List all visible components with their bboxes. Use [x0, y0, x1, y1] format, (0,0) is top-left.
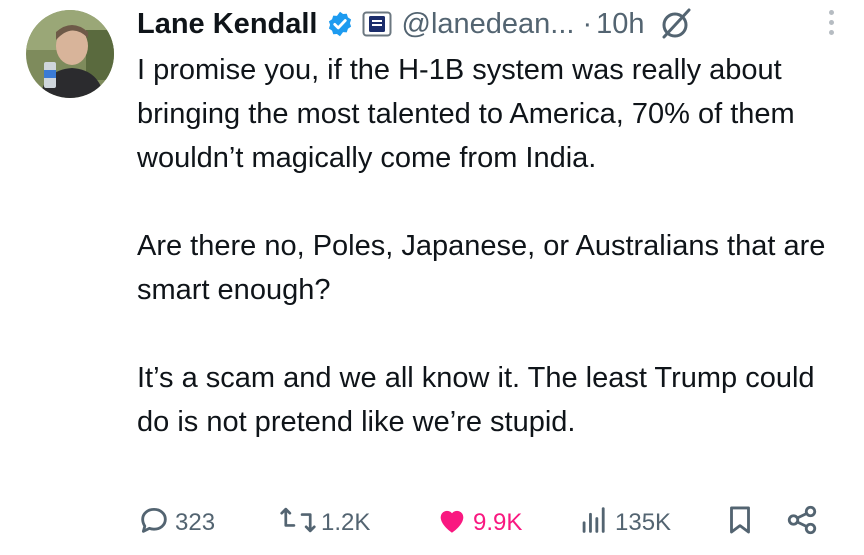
views-icon — [577, 503, 611, 544]
tweet-header: Lane Kendall @lanedean... · 10h — [137, 4, 830, 44]
action-bar: 323 1.2K 9.9K 135K — [137, 503, 827, 543]
views-button[interactable]: 135K — [577, 503, 671, 543]
heart-icon — [435, 503, 469, 544]
reply-button[interactable]: 323 — [137, 503, 215, 543]
author-name[interactable]: Lane Kendall — [137, 8, 318, 41]
tweet-paragraph: Are there no, Poles, Japanese, or Austra… — [137, 230, 826, 306]
like-count: 9.9K — [473, 509, 523, 536]
author-handle[interactable]: @lanedean... — [402, 8, 575, 41]
reply-icon — [137, 503, 171, 544]
share-button[interactable] — [785, 503, 819, 543]
views-count: 135K — [615, 509, 672, 536]
grok-icon[interactable] — [659, 7, 693, 41]
separator-dot: · — [582, 7, 593, 40]
bookmark-icon — [723, 503, 757, 544]
repost-icon — [279, 503, 317, 544]
reply-count: 323 — [175, 509, 216, 536]
tweet-text: I promise you, if the H-1B system was re… — [137, 48, 847, 444]
repost-count: 1.2K — [321, 509, 371, 536]
tweet-paragraph: It’s a scam and we all know it. The leas… — [137, 362, 815, 438]
avatar[interactable] — [26, 10, 114, 98]
share-icon — [785, 503, 819, 544]
like-button[interactable]: 9.9K — [435, 503, 522, 543]
tweet-paragraph: I promise you, if the H-1B system was re… — [137, 54, 795, 174]
timestamp[interactable]: 10h — [596, 8, 644, 41]
affiliation-badge-icon[interactable] — [362, 11, 392, 37]
repost-button[interactable]: 1.2K — [279, 503, 370, 543]
bookmark-button[interactable] — [723, 503, 757, 543]
verified-badge-icon — [326, 10, 354, 38]
more-options-icon[interactable] — [829, 10, 834, 35]
